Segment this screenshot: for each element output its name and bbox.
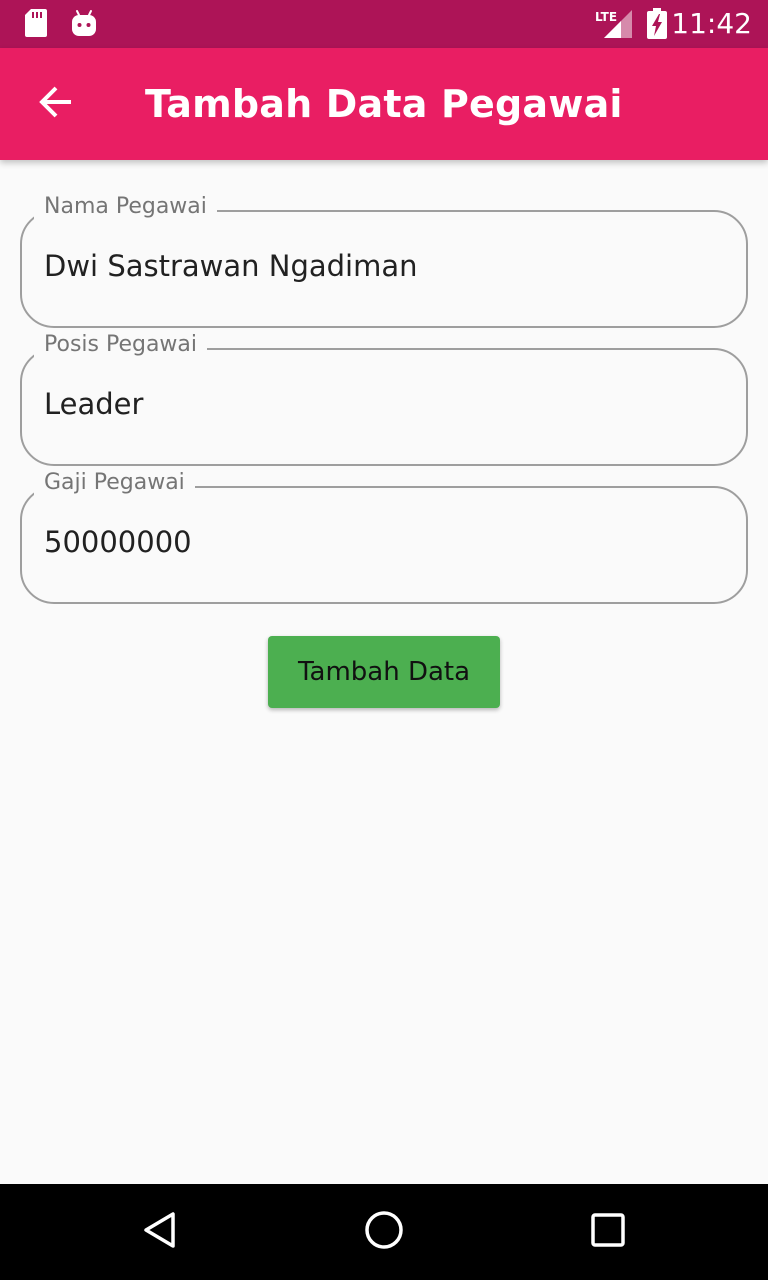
status-time: 11:42 [671, 7, 752, 40]
nama-pegawai-field: Nama Pegawai [20, 192, 748, 328]
nav-recents-button[interactable] [584, 1208, 632, 1256]
posisi-pegawai-input[interactable] [44, 382, 724, 426]
recents-square-icon [588, 1210, 628, 1255]
home-circle-icon [364, 1210, 404, 1255]
page-title: Tambah Data Pegawai [145, 82, 623, 126]
arrow-back-icon [38, 84, 74, 125]
back-triangle-icon [140, 1210, 180, 1255]
nama-pegawai-input[interactable] [44, 244, 724, 288]
posisi-pegawai-label: Posis Pegawai [34, 330, 208, 360]
nama-pegawai-label: Nama Pegawai [34, 192, 217, 222]
tambah-data-button[interactable]: Tambah Data [268, 636, 500, 708]
nav-back-button[interactable] [136, 1208, 184, 1256]
gaji-pegawai-field: Gaji Pegawai [20, 468, 748, 604]
lte-signal-icon: LTE [594, 8, 634, 45]
battery-charging-icon [646, 8, 668, 45]
sd-card-icon [24, 8, 48, 43]
app-bar: Tambah Data Pegawai [0, 48, 768, 160]
nav-home-button[interactable] [360, 1208, 408, 1256]
gaji-pegawai-input[interactable] [44, 520, 724, 564]
gaji-pegawai-label: Gaji Pegawai [34, 468, 195, 498]
navigation-bar [0, 1184, 768, 1280]
status-bar: LTE 11:42 [0, 0, 768, 48]
network-label: LTE [595, 10, 617, 24]
back-button[interactable] [24, 72, 88, 136]
android-icon [71, 8, 97, 43]
posisi-pegawai-field: Posis Pegawai [20, 330, 748, 466]
